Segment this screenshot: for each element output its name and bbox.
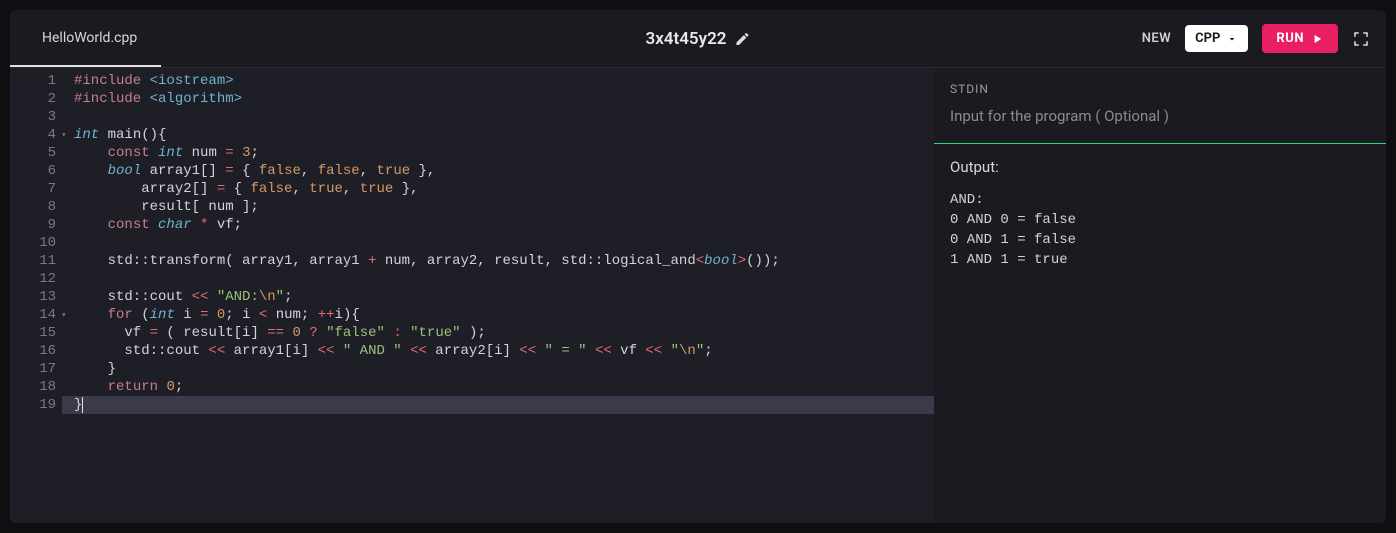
header-bar: HelloWorld.cpp 3x4t45y22 NEW CPP RUN — [10, 10, 1386, 68]
play-icon — [1310, 32, 1324, 46]
edit-icon[interactable] — [735, 31, 751, 47]
run-label: RUN — [1276, 31, 1304, 46]
title-group: 3x4t45y22 — [645, 29, 750, 49]
language-select[interactable]: CPP — [1185, 25, 1248, 52]
file-tab[interactable]: HelloWorld.cpp — [10, 10, 161, 67]
stdin-section: STDIN — [934, 68, 1386, 144]
chevron-down-icon — [1226, 33, 1238, 45]
new-button[interactable]: NEW — [1142, 31, 1171, 46]
file-tab-label: HelloWorld.cpp — [42, 30, 137, 46]
language-label: CPP — [1195, 31, 1220, 46]
document-title: 3x4t45y22 — [645, 29, 726, 49]
io-panel: STDIN Output: AND: 0 AND 0 = false 0 AND… — [934, 68, 1386, 523]
output-text: AND: 0 AND 0 = false 0 AND 1 = false 1 A… — [950, 190, 1370, 270]
stdin-input[interactable] — [950, 107, 1370, 125]
run-button[interactable]: RUN — [1262, 24, 1338, 53]
code-editor[interactable]: 12345678910111213141516171819 #include <… — [10, 68, 934, 523]
code-area[interactable]: #include <iostream>#include <algorithm> … — [62, 68, 934, 523]
output-label: Output: — [950, 158, 1370, 176]
stdin-label: STDIN — [950, 82, 1370, 96]
output-section: Output: AND: 0 AND 0 = false 0 AND 1 = f… — [934, 144, 1386, 523]
line-gutter: 12345678910111213141516171819 — [10, 68, 62, 523]
fullscreen-icon[interactable] — [1352, 30, 1370, 48]
